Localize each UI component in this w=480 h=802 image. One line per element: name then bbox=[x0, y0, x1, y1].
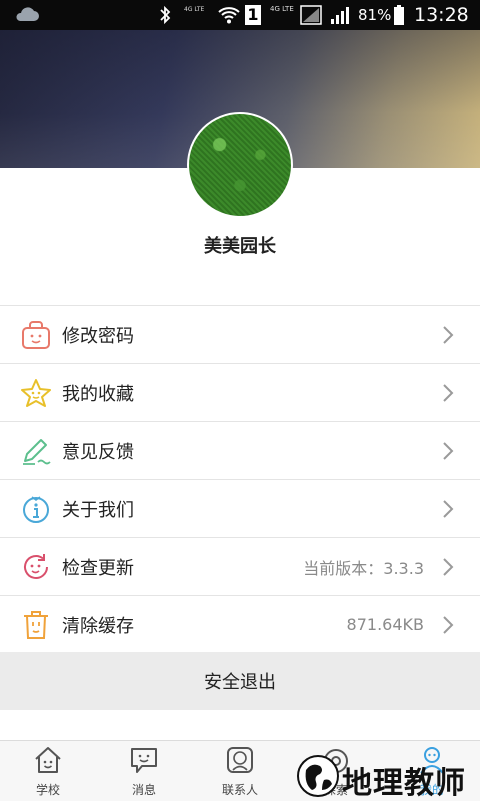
watermark-text: 地理教师 bbox=[342, 766, 466, 801]
cache-size: 871.64KB bbox=[346, 615, 424, 634]
tab-label: 消息 bbox=[131, 783, 156, 797]
info-icon bbox=[20, 494, 52, 524]
menu-item-label: 检查更新 bbox=[62, 557, 134, 579]
menu-item-about-us[interactable]: 关于我们 bbox=[0, 480, 480, 538]
star-icon bbox=[20, 378, 52, 408]
chevron-right-icon bbox=[442, 325, 454, 345]
cloud-icon bbox=[14, 0, 40, 30]
settings-menu: 修改密码 我的收藏 意见反馈 关于我们 检查更新 当前版本：3.3.3 清除缓存… bbox=[0, 305, 480, 654]
chevron-right-icon bbox=[442, 383, 454, 403]
lock-icon bbox=[20, 320, 52, 350]
logout-button[interactable]: 安全退出 bbox=[0, 652, 480, 710]
profile-name: 美美园长 bbox=[204, 236, 276, 257]
chevron-right-icon bbox=[442, 557, 454, 577]
sim-slot-number: 1 bbox=[245, 5, 261, 25]
network-label-1: 4G LTE bbox=[184, 5, 205, 13]
current-version: 当前版本：3.3.3 bbox=[303, 558, 424, 578]
menu-item-label: 意见反馈 bbox=[62, 441, 134, 463]
battery-icon bbox=[393, 0, 405, 30]
menu-item-feedback[interactable]: 意见反馈 bbox=[0, 422, 480, 480]
menu-item-favorites[interactable]: 我的收藏 bbox=[0, 364, 480, 422]
signal-icon-2 bbox=[330, 0, 352, 30]
tab-label: 联系人 bbox=[221, 783, 258, 797]
menu-item-label: 我的收藏 bbox=[62, 383, 134, 405]
tab-school[interactable]: 学校 bbox=[0, 741, 96, 801]
chevron-right-icon bbox=[442, 441, 454, 461]
chevron-right-icon bbox=[442, 499, 454, 519]
clock: 13:28 bbox=[414, 4, 469, 26]
pencil-icon bbox=[20, 436, 52, 466]
menu-item-clear-cache[interactable]: 清除缓存 871.64KB bbox=[0, 596, 480, 654]
wifi-icon bbox=[218, 0, 240, 30]
bluetooth-icon bbox=[158, 0, 172, 30]
tab-contacts[interactable]: 联系人 bbox=[192, 741, 288, 801]
message-icon bbox=[129, 745, 159, 775]
school-icon bbox=[33, 745, 63, 775]
avatar[interactable] bbox=[187, 112, 293, 218]
chevron-right-icon bbox=[442, 615, 454, 635]
sim-slot-badge: 1 bbox=[245, 0, 261, 30]
status-bar: 4G LTE 1 4G LTE 81% 13:28 bbox=[0, 0, 480, 30]
logout-label: 安全退出 bbox=[204, 672, 276, 693]
menu-item-label: 关于我们 bbox=[62, 499, 134, 521]
tab-messages[interactable]: 消息 bbox=[96, 741, 192, 801]
contacts-icon bbox=[225, 745, 255, 775]
menu-item-label: 修改密码 bbox=[62, 325, 134, 347]
globe-logo-icon bbox=[296, 754, 340, 798]
refresh-icon bbox=[20, 552, 52, 582]
menu-item-change-password[interactable]: 修改密码 bbox=[0, 305, 480, 364]
watermark: 地理教师 bbox=[290, 752, 480, 801]
menu-item-check-update[interactable]: 检查更新 当前版本：3.3.3 bbox=[0, 538, 480, 596]
battery-percent: 81% bbox=[358, 6, 392, 24]
tab-label: 学校 bbox=[35, 783, 60, 797]
trash-icon bbox=[20, 610, 52, 640]
menu-item-label: 清除缓存 bbox=[62, 615, 134, 637]
network-label-2: 4G LTE bbox=[270, 5, 294, 13]
signal-icon-1 bbox=[300, 0, 322, 30]
